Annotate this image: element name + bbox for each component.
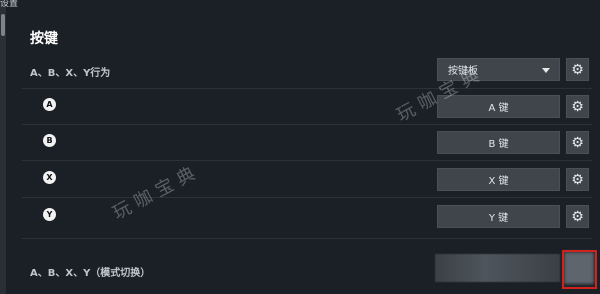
- divider: [22, 88, 592, 89]
- y-settings-button[interactable]: ⚙: [566, 205, 589, 228]
- breadcrumb: 设置: [0, 0, 19, 9]
- gear-icon: ⚙: [571, 134, 584, 151]
- y-key-button[interactable]: Y 键: [437, 205, 560, 228]
- gear-icon: ⚙: [571, 171, 584, 188]
- divider: [22, 197, 592, 198]
- b-button-icon: B: [43, 134, 56, 147]
- x-button-icon: X: [43, 171, 56, 184]
- watermark: 玩咖宝典: [109, 160, 205, 225]
- mode-toggle-label: A、B、X、Y（模式切换）: [30, 268, 151, 279]
- gear-icon: ⚙: [571, 208, 584, 225]
- y-button-icon: Y: [43, 208, 56, 221]
- b-key-button[interactable]: B 键: [437, 131, 560, 154]
- chevron-down-icon: [542, 68, 550, 73]
- a-button-icon: A: [43, 98, 56, 111]
- section-title: 按键: [30, 31, 58, 47]
- divider: [22, 160, 592, 161]
- gear-icon: ⚙: [571, 98, 584, 115]
- abxy-behavior-settings-button[interactable]: ⚙: [566, 58, 589, 81]
- scrollbar[interactable]: [0, 0, 6, 294]
- b-settings-button[interactable]: ⚙: [566, 131, 589, 154]
- x-settings-button[interactable]: ⚙: [566, 168, 589, 191]
- divider: [22, 124, 592, 125]
- scrollbar-thumb[interactable]: [1, 14, 5, 36]
- highlight-box: [562, 250, 597, 289]
- abxy-behavior-label: A、B、X、Y行为: [30, 68, 111, 79]
- gear-icon: ⚙: [571, 61, 584, 78]
- mode-toggle-select[interactable]: [435, 254, 560, 282]
- x-key-button[interactable]: X 键: [437, 168, 560, 191]
- divider: [22, 238, 592, 239]
- a-settings-button[interactable]: ⚙: [566, 95, 589, 118]
